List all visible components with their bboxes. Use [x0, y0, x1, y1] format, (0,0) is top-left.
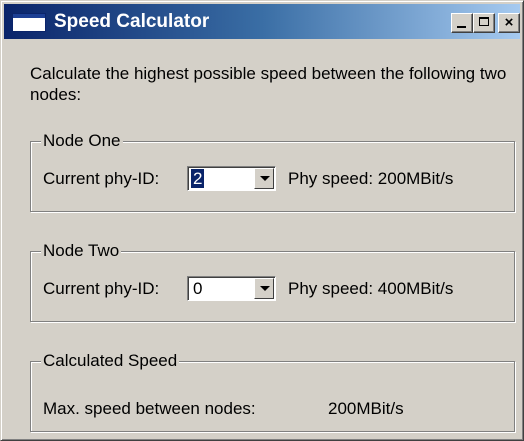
calculated-speed-group: Calculated Speed Max. speed between node… [30, 350, 515, 432]
minimize-icon [457, 26, 466, 28]
max-speed-label: Max. speed between nodes: [43, 399, 256, 418]
maximize-button[interactable] [473, 13, 495, 33]
node-two-group: Node Two Current phy-ID: 0 Phy speed: 40… [30, 240, 515, 322]
chevron-down-icon [260, 286, 270, 291]
window-title: Speed Calculator [54, 11, 210, 32]
close-icon: × [504, 14, 514, 31]
node-one-dropdown-button[interactable] [254, 168, 274, 189]
chevron-down-icon [260, 176, 270, 181]
node-one-phy-id-value: 2 [191, 169, 205, 188]
node-one-legend: Node One [41, 130, 123, 152]
window-icon [12, 13, 46, 32]
node-two-phy-speed: Phy speed: 400MBit/s [288, 279, 454, 298]
minimize-button[interactable] [451, 13, 473, 33]
node-one-phy-speed: Phy speed: 200MBit/s [288, 169, 454, 188]
node-two-phy-id-value: 0 [193, 279, 203, 298]
speed-calculator-window: Speed Calculator × Calculate the highest… [0, 0, 524, 441]
close-button[interactable]: × [498, 13, 520, 33]
calculated-speed-legend: Calculated Speed [41, 350, 180, 372]
max-speed-value: 200MBit/s [328, 399, 404, 418]
node-two-phy-id-select[interactable]: 0 [187, 276, 276, 301]
node-two-dropdown-button[interactable] [254, 278, 274, 299]
title-bar[interactable]: Speed Calculator × [4, 4, 520, 39]
maximize-icon [479, 17, 489, 26]
node-one-phy-id-label: Current phy-ID: [43, 169, 160, 188]
intro-text: Calculate the highest possible speed bet… [30, 64, 507, 104]
node-one-phy-id-select[interactable]: 2 [187, 166, 276, 191]
node-one-group: Node One Current phy-ID: 2 Phy speed: 20… [30, 130, 515, 212]
node-two-legend: Node Two [41, 240, 122, 262]
node-two-phy-id-label: Current phy-ID: [43, 279, 160, 298]
